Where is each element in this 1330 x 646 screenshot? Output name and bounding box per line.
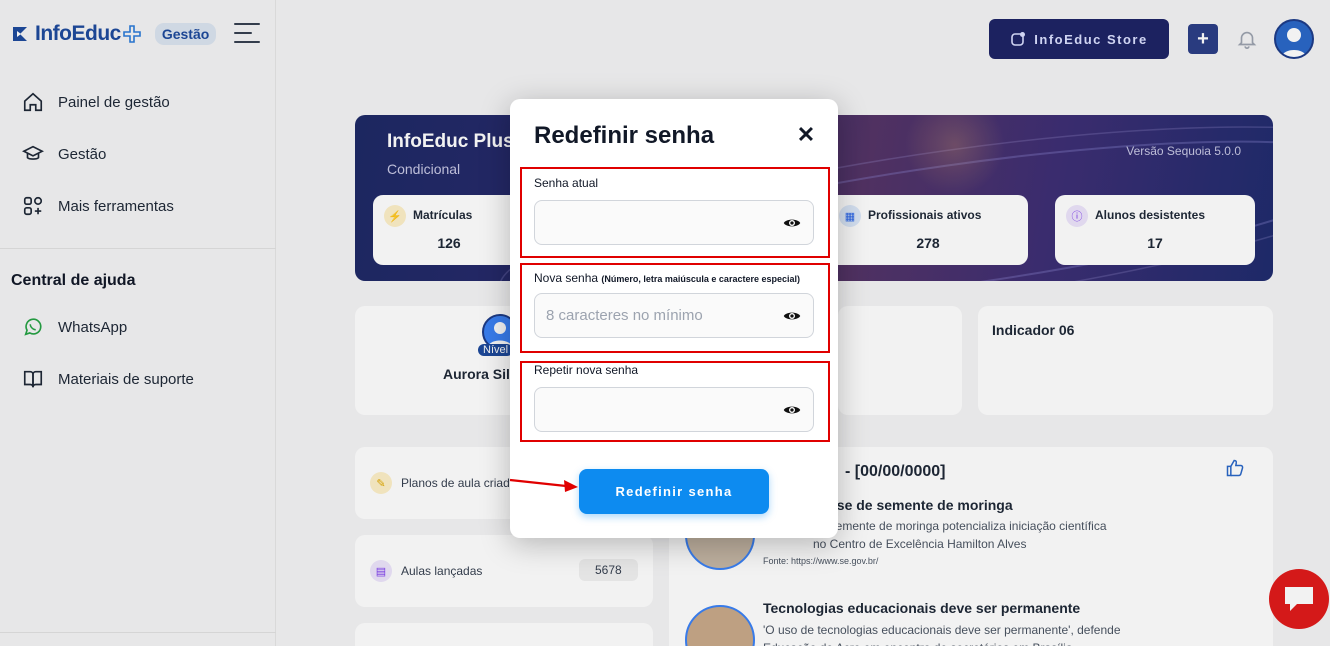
reset-password-modal: Redefinir senha ✕ Senha atual Nova senha… bbox=[510, 99, 838, 538]
repeat-password-group: Repetir nova senha bbox=[520, 361, 830, 442]
new-password-field[interactable]: 8 caracteres no mínimo bbox=[534, 293, 814, 338]
new-password-group: Nova senha (Número, letra maiúscula e ca… bbox=[520, 263, 830, 353]
repeat-password-field[interactable] bbox=[534, 387, 814, 432]
field-label: Senha atual bbox=[534, 176, 599, 190]
field-label-text: Nova senha bbox=[534, 271, 599, 285]
annotation-arrow-icon bbox=[509, 478, 578, 492]
current-password-field[interactable] bbox=[534, 200, 814, 245]
close-icon[interactable]: ✕ bbox=[796, 124, 816, 146]
current-password-group: Senha atual bbox=[520, 167, 830, 258]
eye-icon[interactable] bbox=[783, 307, 801, 325]
reset-password-button[interactable]: Redefinir senha bbox=[579, 469, 769, 514]
page: InfoEduc Gestão Painel de gestão Gestão … bbox=[0, 0, 1330, 646]
field-placeholder: 8 caracteres no mínimo bbox=[546, 307, 703, 324]
field-label: Nova senha (Número, letra maiúscula e ca… bbox=[534, 271, 800, 285]
field-label: Repetir nova senha bbox=[534, 363, 639, 377]
field-hint: (Número, letra maiúscula e caractere esp… bbox=[601, 274, 800, 284]
eye-icon[interactable] bbox=[783, 214, 801, 232]
modal-title: Redefinir senha bbox=[534, 122, 715, 149]
eye-icon[interactable] bbox=[783, 401, 801, 419]
